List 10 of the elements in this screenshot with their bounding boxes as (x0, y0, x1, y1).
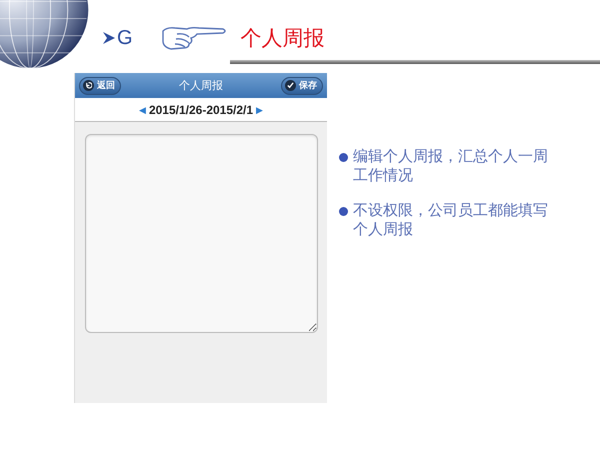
next-week-button[interactable]: ▶ (256, 104, 264, 114)
bullet-text: 编辑个人周报，汇总个人一周工作情况 (353, 147, 549, 185)
save-button[interactable]: 保存 (281, 76, 323, 94)
slide-title: 个人周报 (240, 25, 325, 52)
screen-title: 个人周报 (179, 78, 223, 93)
back-button[interactable]: 返回 (79, 76, 121, 94)
date-range: 2015/1/26-2015/2/1 (148, 102, 254, 116)
bullet-text: 不设权限，公司员工都能填写个人周报 (353, 201, 549, 239)
section-mark: G (117, 26, 133, 50)
previous-week-button[interactable]: ◀ (138, 104, 146, 114)
